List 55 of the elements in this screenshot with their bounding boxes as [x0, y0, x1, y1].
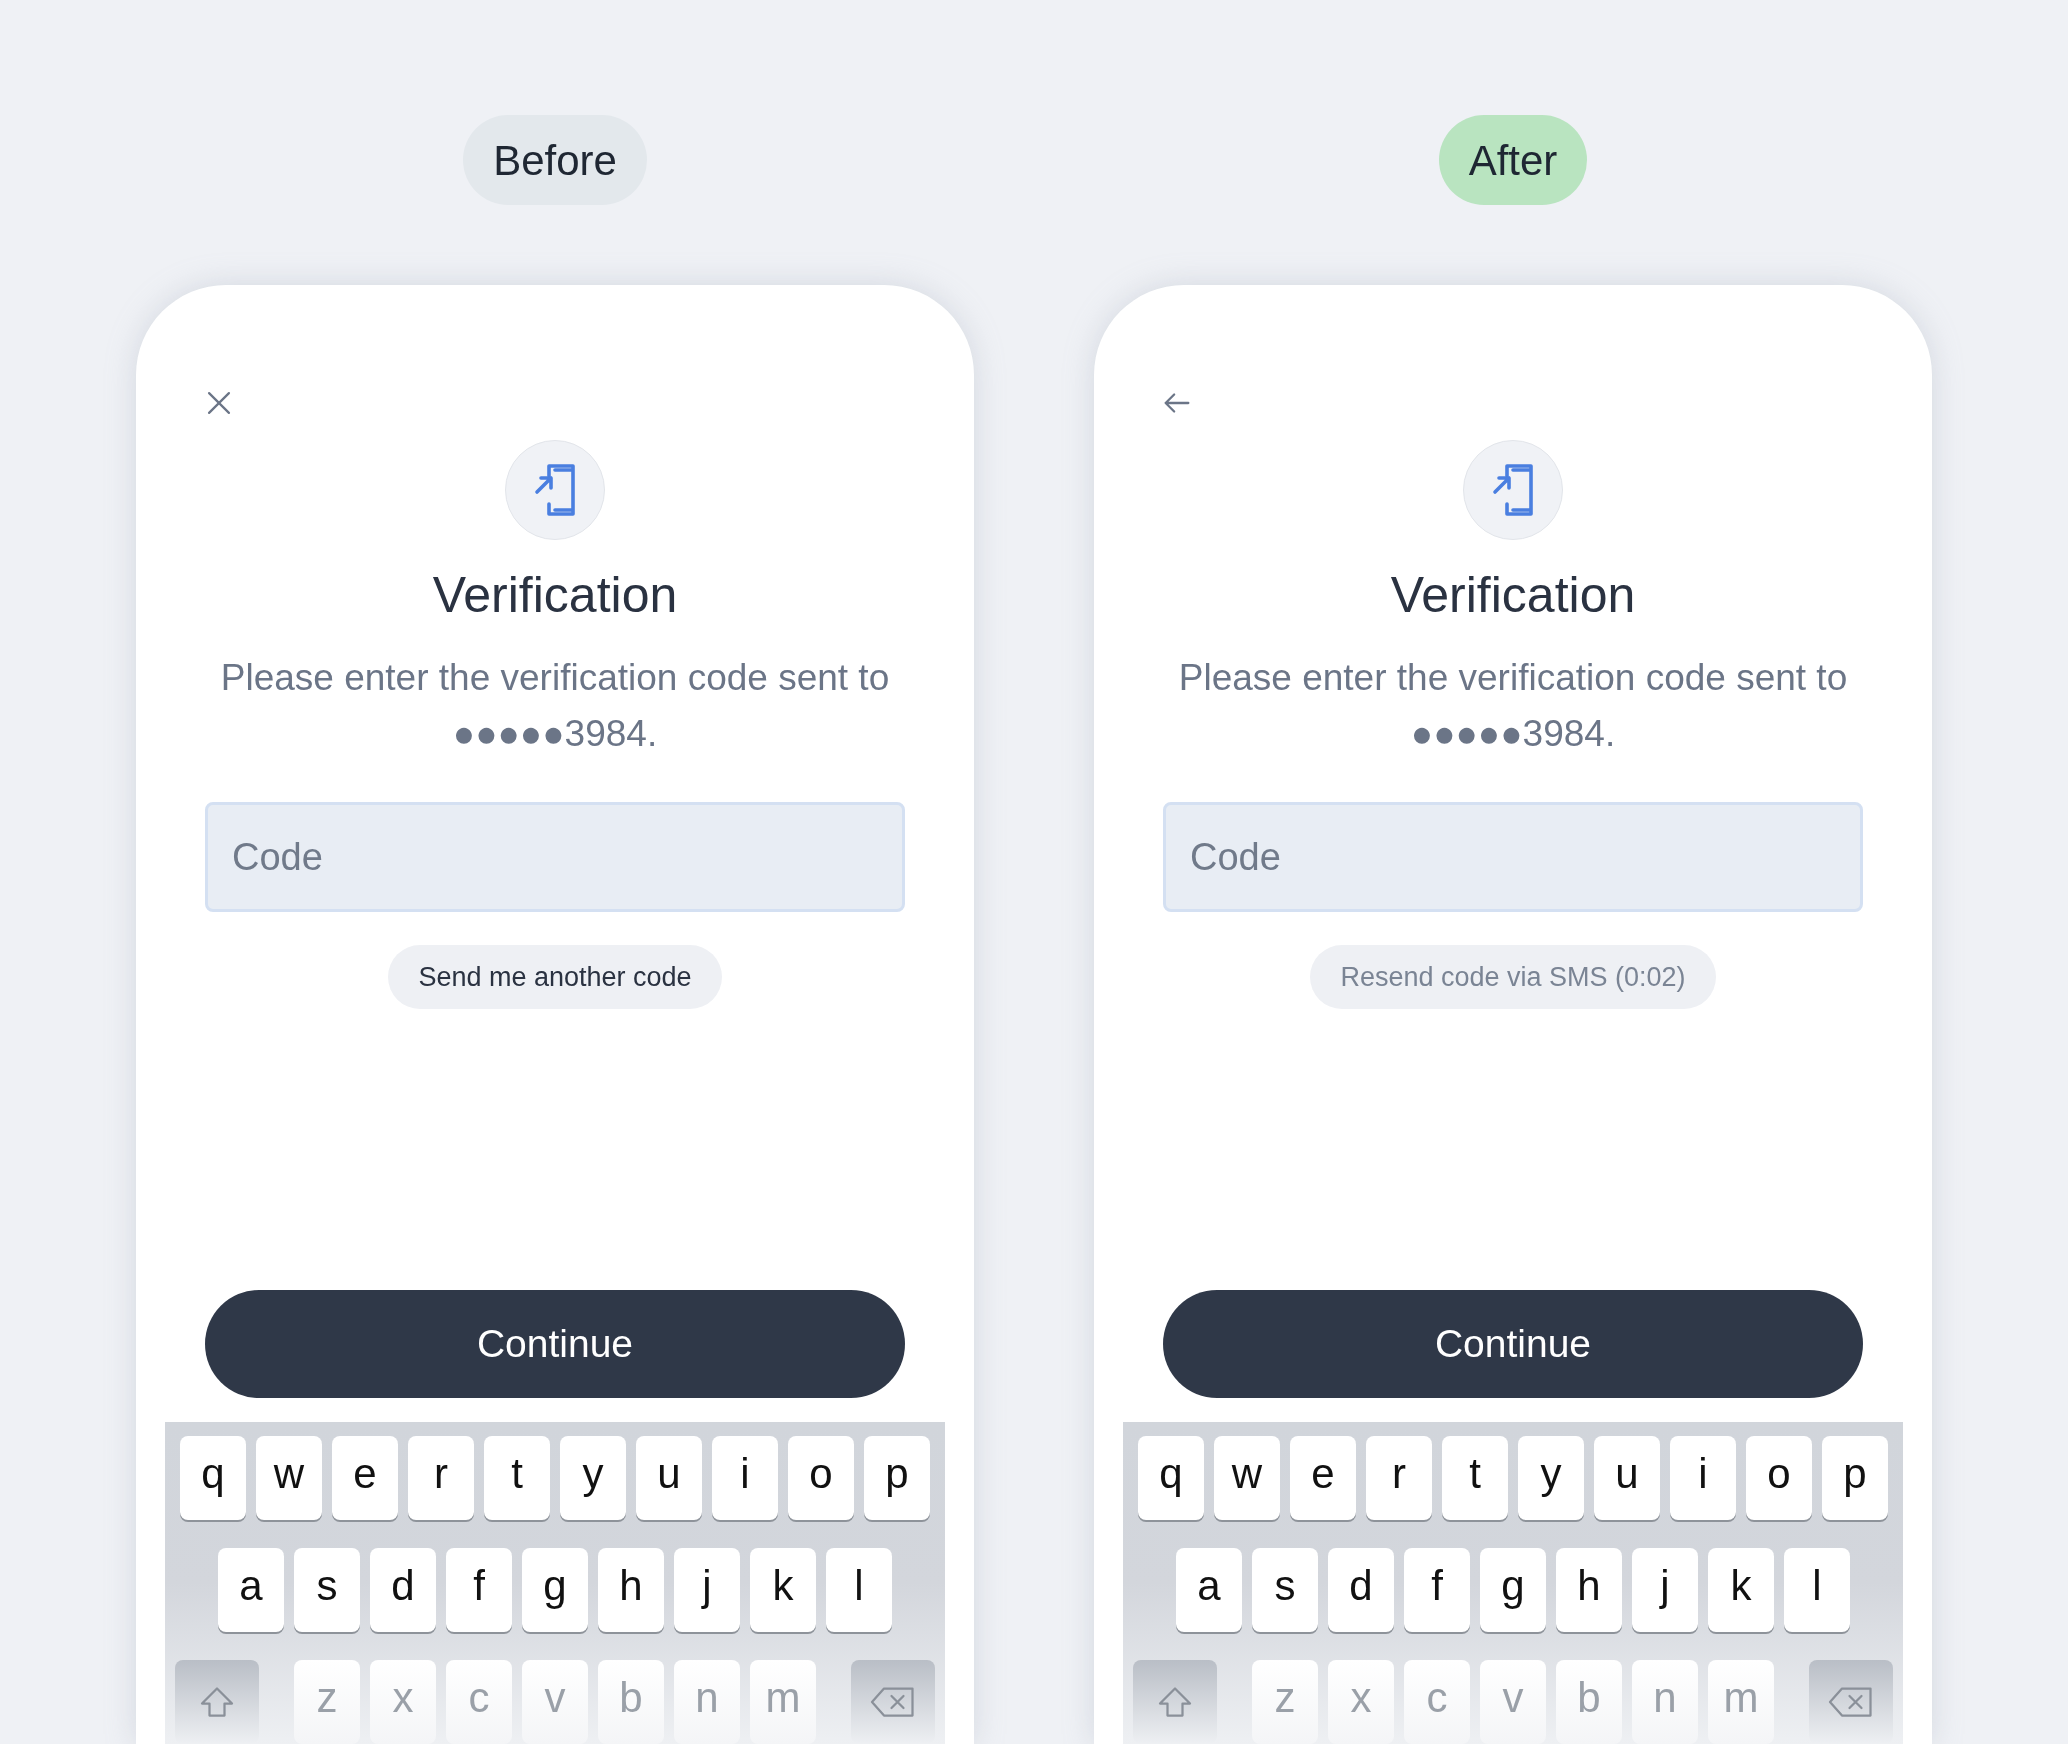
keyboard-key[interactable]: a — [218, 1548, 284, 1632]
backspace-icon — [1827, 1685, 1875, 1719]
screen-title: Verification — [1390, 570, 1636, 620]
keyboard-key[interactable]: g — [522, 1548, 588, 1632]
keyboard-key[interactable]: y — [560, 1436, 626, 1520]
keyboard-key[interactable]: i — [1670, 1436, 1736, 1520]
keyboard-key[interactable]: u — [636, 1436, 702, 1520]
keyboard-key[interactable]: d — [370, 1548, 436, 1632]
phone-arrow-icon — [533, 464, 577, 516]
keyboard-key[interactable]: f — [1404, 1548, 1470, 1632]
keyboard-key[interactable]: d — [1328, 1548, 1394, 1632]
keyboard-key[interactable]: s — [1252, 1548, 1318, 1632]
keyboard-key[interactable]: l — [1784, 1548, 1850, 1632]
keyboard-key[interactable]: p — [864, 1436, 930, 1520]
keyboard-key[interactable]: j — [1632, 1548, 1698, 1632]
keyboard-key[interactable]: e — [332, 1436, 398, 1520]
code-input-field[interactable]: Code — [205, 802, 905, 912]
screen-title: Verification — [432, 570, 678, 620]
keyboard-key[interactable]: f — [446, 1548, 512, 1632]
keyboard-key[interactable]: g — [1480, 1548, 1546, 1632]
keyboard-key[interactable]: q — [1138, 1436, 1204, 1520]
version-label: Before — [463, 115, 647, 205]
keyboard-key[interactable]: o — [1746, 1436, 1812, 1520]
keyboard-key[interactable]: u — [1594, 1436, 1660, 1520]
keyboard-key[interactable]: r — [1366, 1436, 1432, 1520]
shift-arrow-icon — [1157, 1685, 1193, 1719]
keyboard-key[interactable]: h — [598, 1548, 664, 1632]
keyboard-key[interactable]: k — [1708, 1548, 1774, 1632]
instruction-text: Please enter the verification code sent to ●●●●●3984. — [1177, 656, 1849, 756]
keyboard-key[interactable]: k — [750, 1548, 816, 1632]
keyboard-key[interactable]: w — [256, 1436, 322, 1520]
backspace-icon — [869, 1685, 917, 1719]
code-input-field[interactable]: Code — [1163, 802, 1863, 912]
keyboard-key[interactable]: e — [1290, 1436, 1356, 1520]
keyboard-key[interactable]: i — [712, 1436, 778, 1520]
keyboard-key[interactable]: w — [1214, 1436, 1280, 1520]
keyboard-key[interactable]: y — [1518, 1436, 1584, 1520]
shift-arrow-icon — [199, 1685, 235, 1719]
keyboard-key[interactable]: t — [1442, 1436, 1508, 1520]
continue-button[interactable]: Continue — [1163, 1290, 1863, 1398]
keyboard-key[interactable]: o — [788, 1436, 854, 1520]
keyboard-key[interactable]: q — [180, 1436, 246, 1520]
keyboard-key[interactable]: t — [484, 1436, 550, 1520]
phone-arrow-icon — [1491, 464, 1535, 516]
continue-button[interactable]: Continue — [205, 1290, 905, 1398]
instruction-text: Please enter the verification code sent to ●●●●●3984. — [219, 656, 891, 756]
keyboard-key[interactable]: j — [674, 1548, 740, 1632]
keyboard-key[interactable]: s — [294, 1548, 360, 1632]
keyboard-key[interactable]: p — [1822, 1436, 1888, 1520]
resend-code-button[interactable]: Send me another code — [388, 945, 722, 1009]
keyboard-key[interactable]: a — [1176, 1548, 1242, 1632]
keyboard-key[interactable]: l — [826, 1548, 892, 1632]
version-label: After — [1438, 115, 1588, 205]
keyboard-key[interactable]: h — [1556, 1548, 1622, 1632]
keyboard-key[interactable]: r — [408, 1436, 474, 1520]
